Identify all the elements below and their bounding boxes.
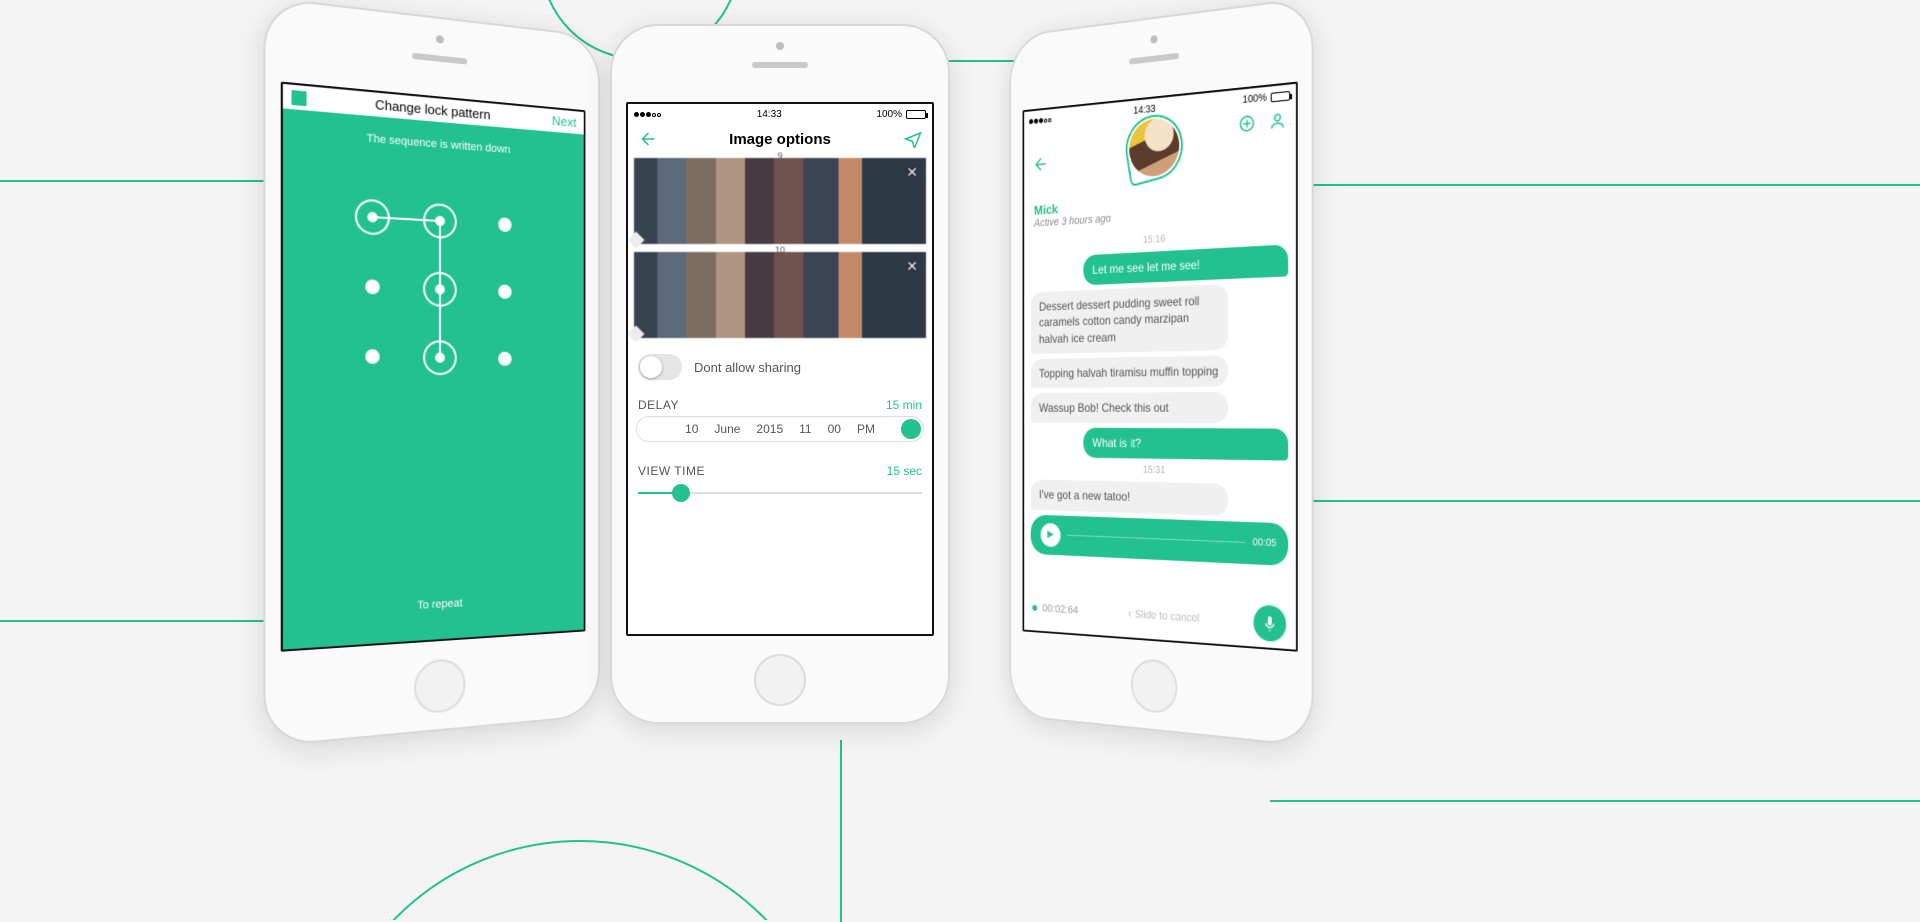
lock-pattern-grid[interactable]	[338, 180, 536, 392]
app-glyph	[292, 89, 307, 105]
delay-year[interactable]: 2015	[756, 422, 783, 436]
voice-message[interactable]: ▶ 00:05	[1031, 514, 1288, 565]
remove-image-icon[interactable]: ✕	[906, 164, 918, 181]
recording-dot-icon	[1032, 605, 1037, 611]
phone-chat: 14:33 100% Mick A	[1009, 0, 1313, 748]
mic-button[interactable]	[1253, 604, 1286, 642]
thumbnail-index: 9	[777, 151, 782, 161]
delay-label: DELAY	[638, 398, 679, 412]
chat-scroll[interactable]: 15:16 Let me see let me see! Dessert des…	[1024, 215, 1296, 600]
delay-value: 15 min	[886, 398, 922, 412]
play-icon[interactable]: ▶	[1041, 522, 1061, 546]
chat-timestamp: 15:31	[1031, 463, 1288, 479]
message-in[interactable]: Dessert dessert pudding sweet roll caram…	[1031, 284, 1228, 353]
chevron-left-icon: ‹	[1128, 608, 1131, 620]
delay-picker[interactable]: 10 June 2015 11 00 PM	[636, 416, 924, 442]
contact-avatar[interactable]	[1129, 117, 1179, 179]
back-arrow-icon[interactable]	[1032, 155, 1047, 174]
chat-timestamp: 15:16	[1031, 226, 1288, 252]
viewtime-value: 15 sec	[887, 464, 922, 478]
voice-duration: 00:05	[1253, 537, 1277, 550]
delay-knob[interactable]	[901, 419, 921, 439]
screen-title: Image options	[729, 131, 831, 148]
delay-ampm[interactable]: PM	[857, 422, 875, 436]
pattern-hint: The sequence is written down	[367, 132, 511, 156]
remove-image-icon[interactable]: ✕	[906, 258, 918, 275]
delay-day[interactable]: 10	[685, 422, 698, 436]
battery-percent: 100%	[1243, 92, 1267, 106]
battery-percent: 100%	[876, 109, 902, 120]
allow-sharing-label: Dont allow sharing	[694, 360, 801, 375]
thumbnail-index: 10	[775, 245, 785, 255]
image-thumbnail[interactable]: 10 ✕	[634, 252, 926, 338]
viewtime-label: VIEW TIME	[638, 464, 705, 478]
battery-icon	[1271, 90, 1290, 102]
delay-month[interactable]: June	[714, 422, 740, 436]
message-in[interactable]: Topping halvah tiramisu muffin topping	[1031, 355, 1228, 388]
message-out[interactable]: What is it?	[1084, 428, 1288, 461]
next-button[interactable]: Next	[552, 113, 576, 130]
add-icon[interactable]	[1238, 113, 1255, 133]
status-bar: 14:33 100%	[628, 104, 932, 124]
delay-minute[interactable]: 00	[828, 422, 841, 436]
profile-icon[interactable]	[1269, 110, 1286, 131]
pattern-node[interactable]	[366, 279, 380, 294]
phone-lock-pattern: Change lock pattern Next The sequence is…	[263, 0, 600, 748]
mic-icon	[1262, 614, 1277, 632]
recording-elapsed: 00:02:64	[1042, 602, 1078, 616]
viewtime-slider[interactable]	[638, 484, 922, 502]
pattern-node[interactable]	[355, 199, 390, 236]
message-in[interactable]: I've got a new tatoo!	[1031, 480, 1228, 516]
message-in[interactable]: Wassup Bob! Check this out	[1031, 392, 1228, 424]
voice-waveform	[1067, 534, 1245, 543]
back-arrow-icon[interactable]	[638, 130, 656, 148]
image-thumbnail[interactable]: 9 ✕	[634, 158, 926, 244]
status-time: 14:33	[757, 109, 782, 120]
phone-image-options: 14:33 100% Image options 9 ✕ 10 ✕	[610, 24, 950, 724]
allow-sharing-toggle[interactable]	[638, 354, 682, 380]
send-icon[interactable]	[904, 130, 922, 148]
battery-icon	[906, 110, 926, 119]
pattern-node[interactable]	[366, 349, 380, 364]
message-out[interactable]: Let me see let me see!	[1084, 244, 1288, 285]
repeat-button[interactable]: To repeat	[417, 585, 462, 628]
status-bar: 14:33 100%	[1024, 84, 1296, 132]
pattern-path-line	[338, 180, 536, 392]
slide-to-cancel-hint: Slide to cancel	[1135, 608, 1199, 625]
delay-hour[interactable]: 11	[799, 422, 811, 436]
